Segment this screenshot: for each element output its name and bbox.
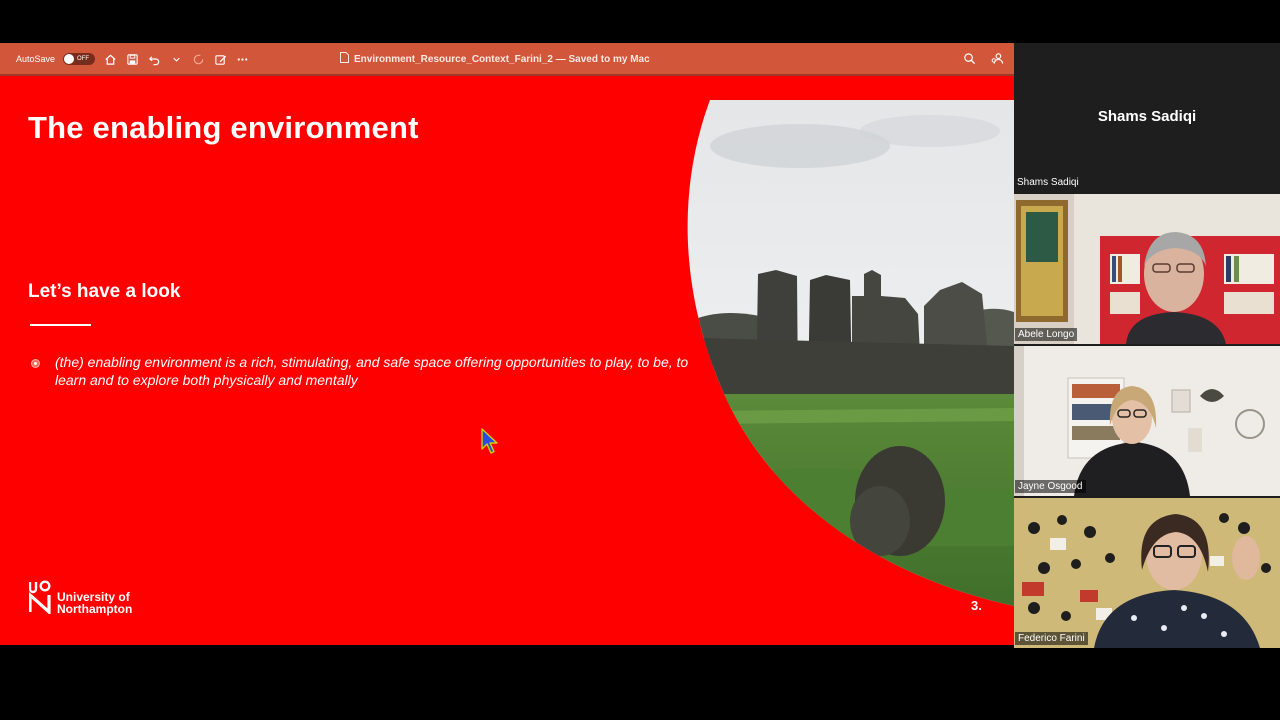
document-icon xyxy=(340,52,349,66)
document-title-text: Environment_Resource_Context_Farini_2 — … xyxy=(354,53,650,65)
redo-icon[interactable] xyxy=(191,52,205,66)
autosave-label: AutoSave xyxy=(16,54,56,64)
undo-icon[interactable] xyxy=(147,52,161,66)
autosave-toggle[interactable]: OFF xyxy=(63,53,96,65)
more-icon[interactable] xyxy=(235,52,249,66)
university-logo: University of Northampton xyxy=(29,580,132,615)
title-bar-right xyxy=(962,51,1004,65)
quick-access-toolbar: AutoSave OFF xyxy=(16,52,249,66)
document-title: Environment_Resource_Context_Farini_2 — … xyxy=(340,52,650,66)
subtitle-underline xyxy=(30,324,91,326)
title-bar: AutoSave OFF Environment_Resource_Contex… xyxy=(0,43,1014,76)
video-feed-abele xyxy=(1014,194,1280,344)
search-icon[interactable] xyxy=(962,51,976,65)
logo-line-2: Northampton xyxy=(57,602,133,616)
slide-subtitle: Let’s have a look xyxy=(28,281,181,302)
chevron-down-icon[interactable] xyxy=(169,52,183,66)
edit-draw-icon[interactable] xyxy=(213,52,227,66)
toggle-knob xyxy=(64,54,75,64)
participant-name: Federico Farini xyxy=(1015,632,1088,645)
participant-name: Abele Longo xyxy=(1015,328,1078,341)
powerpoint-window: AutoSave OFF Environment_Resource_Contex… xyxy=(0,43,1014,645)
bullet-icon xyxy=(31,359,40,368)
video-feed-jayne xyxy=(1014,346,1280,496)
home-icon[interactable] xyxy=(103,52,117,66)
logo-text: University of Northampton xyxy=(57,591,132,615)
slide-number: 3. xyxy=(971,598,982,613)
share-people-icon[interactable] xyxy=(990,51,1004,65)
slide-canvas: The enabling environment Let’s have a lo… xyxy=(0,76,1014,645)
participant-name: Jayne Osgood xyxy=(1015,480,1086,493)
slide-title: The enabling environment xyxy=(28,110,419,145)
active-speaker-name: Shams Sadiqi xyxy=(1097,108,1197,125)
participant-tile-abele[interactable]: Abele Longo xyxy=(1014,194,1280,344)
autosave-state: OFF xyxy=(77,56,90,62)
save-icon[interactable] xyxy=(125,52,139,66)
active-speaker-label: Shams Sadiqi xyxy=(1017,177,1079,188)
mouse-pointer-icon xyxy=(481,428,498,454)
participant-tile-jayne[interactable]: Jayne Osgood xyxy=(1014,346,1280,496)
participant-tile-federico[interactable]: Federico Farini xyxy=(1014,498,1280,648)
uon-logo-mark xyxy=(29,580,51,614)
video-feed-federico xyxy=(1014,498,1280,648)
bullet-text: (the) enabling environment is a rich, st… xyxy=(55,354,689,388)
